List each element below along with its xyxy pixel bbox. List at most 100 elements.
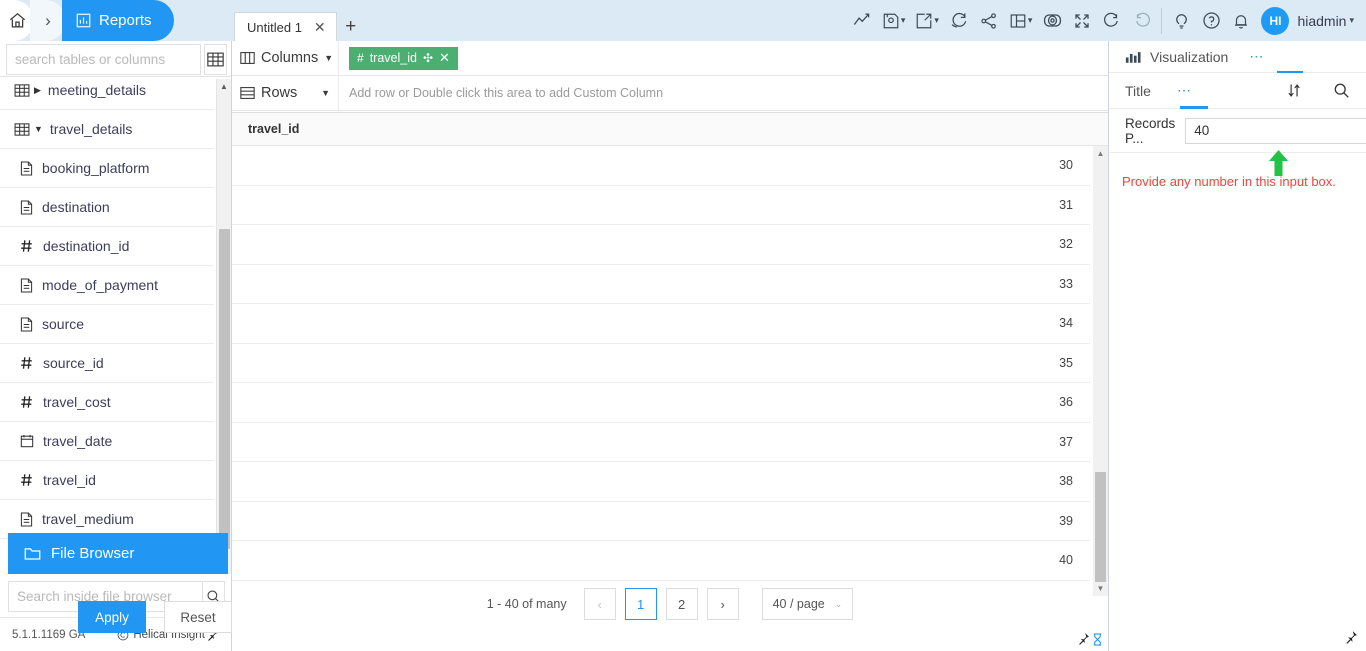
user-name-label: hiadmin [1297, 12, 1347, 29]
chevron-down-icon[interactable]: ▾ [1349, 15, 1354, 26]
chevron-down-icon[interactable]: ▼ [324, 53, 333, 63]
tab-close-icon[interactable]: ✕ [314, 20, 326, 34]
tree-scrollbar[interactable]: ▲ ▼ [216, 79, 231, 574]
home-button[interactable] [0, 0, 34, 41]
table-row[interactable]: 35 [232, 343, 1090, 383]
search-tables-input[interactable] [6, 44, 201, 75]
title-subtab-label[interactable]: Title [1125, 83, 1151, 99]
sort-icon[interactable] [1286, 82, 1303, 99]
page-size-select[interactable]: 40 / page ⌄ [761, 588, 854, 620]
table-header: travel_id [232, 113, 1108, 146]
table-row[interactable]: 34 [232, 304, 1090, 344]
expand-arrow-icon[interactable]: ▶ [34, 85, 41, 96]
tree-column-booking-platform[interactable]: booking_platform [0, 149, 214, 188]
table-vertical-scrollbar[interactable]: ▲ ▼ [1093, 146, 1108, 596]
export-button[interactable]: ▾ [910, 0, 944, 41]
table-row[interactable]: 36 [232, 383, 1090, 423]
table-row[interactable]: 32 [232, 225, 1090, 265]
visualization-menu-dots[interactable]: ⋯ [1249, 48, 1264, 65]
chevron-down-icon[interactable]: ▼ [321, 88, 330, 98]
redo-button[interactable] [1127, 0, 1157, 41]
pin-icon[interactable] [1343, 630, 1358, 645]
next-page-button[interactable]: › [706, 588, 739, 620]
chip-aggregate-icon[interactable]: ✣ [423, 51, 433, 65]
chart-icon [1125, 50, 1141, 64]
table-row[interactable]: 39 [232, 501, 1090, 541]
help-button[interactable] [1196, 0, 1226, 41]
table-row[interactable]: 40 [232, 541, 1090, 581]
tree-scroll-thumb[interactable] [219, 229, 230, 549]
title-menu-dots[interactable]: ⋯ [1177, 82, 1192, 99]
layout-button[interactable]: ▾ [1004, 0, 1038, 41]
tree-column-travel-date[interactable]: travel_date [0, 422, 214, 461]
active-subtab-underline [1180, 106, 1208, 109]
table-cell: 37 [1059, 434, 1073, 449]
tree-table-meeting-details[interactable]: ▶ meeting_details [0, 79, 214, 110]
scroll-up-arrow[interactable]: ▲ [217, 79, 231, 94]
refresh-button[interactable] [944, 0, 974, 41]
table-grid-icon[interactable] [204, 44, 227, 75]
tree-table-travel-details[interactable]: ▼ travel_details [0, 110, 214, 149]
pagination: 1 - 40 of many ‹ 1 2 › 40 / page ⌄ [232, 584, 1108, 624]
chevron-down-icon[interactable]: ▾ [934, 15, 939, 26]
tree-column-destination[interactable]: destination [0, 188, 214, 227]
columns-shelf-body[interactable]: # travel_id ✣ ✕ [339, 41, 1108, 75]
search-icon[interactable] [1333, 82, 1350, 99]
page-button-1[interactable]: 1 [624, 588, 657, 620]
tree-column-destination-id[interactable]: destination_id [0, 227, 214, 266]
breadcrumb-separator: › [30, 0, 66, 41]
table-row[interactable]: 30 [232, 146, 1090, 186]
chip-remove-icon[interactable]: ✕ [439, 50, 450, 66]
table-row[interactable]: 38 [232, 462, 1090, 502]
records-per-page-input[interactable] [1185, 117, 1366, 144]
shelf-chip-travel-id[interactable]: # travel_id ✣ ✕ [349, 46, 458, 70]
tree-item-label: travel_date [43, 433, 113, 449]
canvas-corner-marks [1076, 632, 1103, 646]
table-row[interactable]: 33 [232, 264, 1090, 304]
collapse-arrow-icon[interactable]: ▼ [34, 124, 43, 134]
share-button[interactable] [974, 0, 1004, 41]
chevron-down-icon[interactable]: ▾ [1028, 15, 1033, 26]
rows-shelf-label[interactable]: Rows ▼ [232, 76, 339, 110]
preview-button[interactable] [1037, 0, 1067, 41]
fullscreen-button[interactable] [1067, 0, 1097, 41]
top-bar: › Reports Untitled 1 ✕ + ▾ ▾ ▾ HI hiadmi… [0, 0, 1366, 42]
save-button[interactable]: ▾ [877, 0, 911, 41]
table-cell: 33 [1059, 276, 1073, 291]
undo-button[interactable] [1097, 0, 1127, 41]
tree-column-travel-id[interactable]: travel_id [0, 461, 214, 500]
notifications-button[interactable] [1226, 0, 1256, 41]
table-row[interactable]: 31 [232, 185, 1090, 225]
breadcrumb-reports[interactable]: Reports [62, 0, 174, 41]
idea-button[interactable] [1166, 0, 1196, 41]
scroll-up-arrow[interactable]: ▲ [1093, 146, 1108, 161]
table-row[interactable]: 37 [232, 422, 1090, 462]
prev-page-button[interactable]: ‹ [583, 588, 616, 620]
chart-line-button[interactable] [847, 0, 877, 41]
tree-column-travel-cost[interactable]: travel_cost [0, 383, 214, 422]
pin-icon[interactable] [1076, 632, 1090, 646]
tree-column-mode-of-payment[interactable]: mode_of_payment [0, 266, 214, 305]
table-cell: 35 [1059, 355, 1073, 370]
tab-untitled-1[interactable]: Untitled 1 ✕ [234, 12, 337, 42]
user-menu[interactable]: HI hiadmin ▾ [1256, 0, 1366, 41]
table-icon [14, 83, 30, 97]
tab-label: Untitled 1 [247, 19, 302, 35]
sidebar-item-file-browser[interactable]: File Browser [8, 533, 228, 574]
add-tab-button[interactable]: + [337, 12, 365, 42]
share-icon [980, 12, 998, 30]
tree-column-source-id[interactable]: source_id [0, 344, 214, 383]
page-button-2[interactable]: 2 [665, 588, 698, 620]
apply-button[interactable]: Apply [78, 601, 146, 633]
tree-column-source[interactable]: source [0, 305, 214, 344]
toolbar-divider [1161, 7, 1163, 34]
rows-shelf-body[interactable]: Add row or Double click this area to add… [339, 76, 1108, 110]
table-scroll-thumb[interactable] [1095, 472, 1106, 582]
reset-button[interactable]: Reset [164, 601, 232, 633]
column-header-travel-id[interactable]: travel_id [248, 122, 299, 136]
columns-shelf-label[interactable]: Columns ▼ [232, 41, 339, 75]
text-field-icon [20, 160, 33, 176]
tree-item-label: mode_of_payment [42, 277, 158, 293]
hourglass-icon[interactable] [1092, 632, 1103, 646]
chevron-down-icon[interactable]: ▾ [901, 15, 906, 26]
